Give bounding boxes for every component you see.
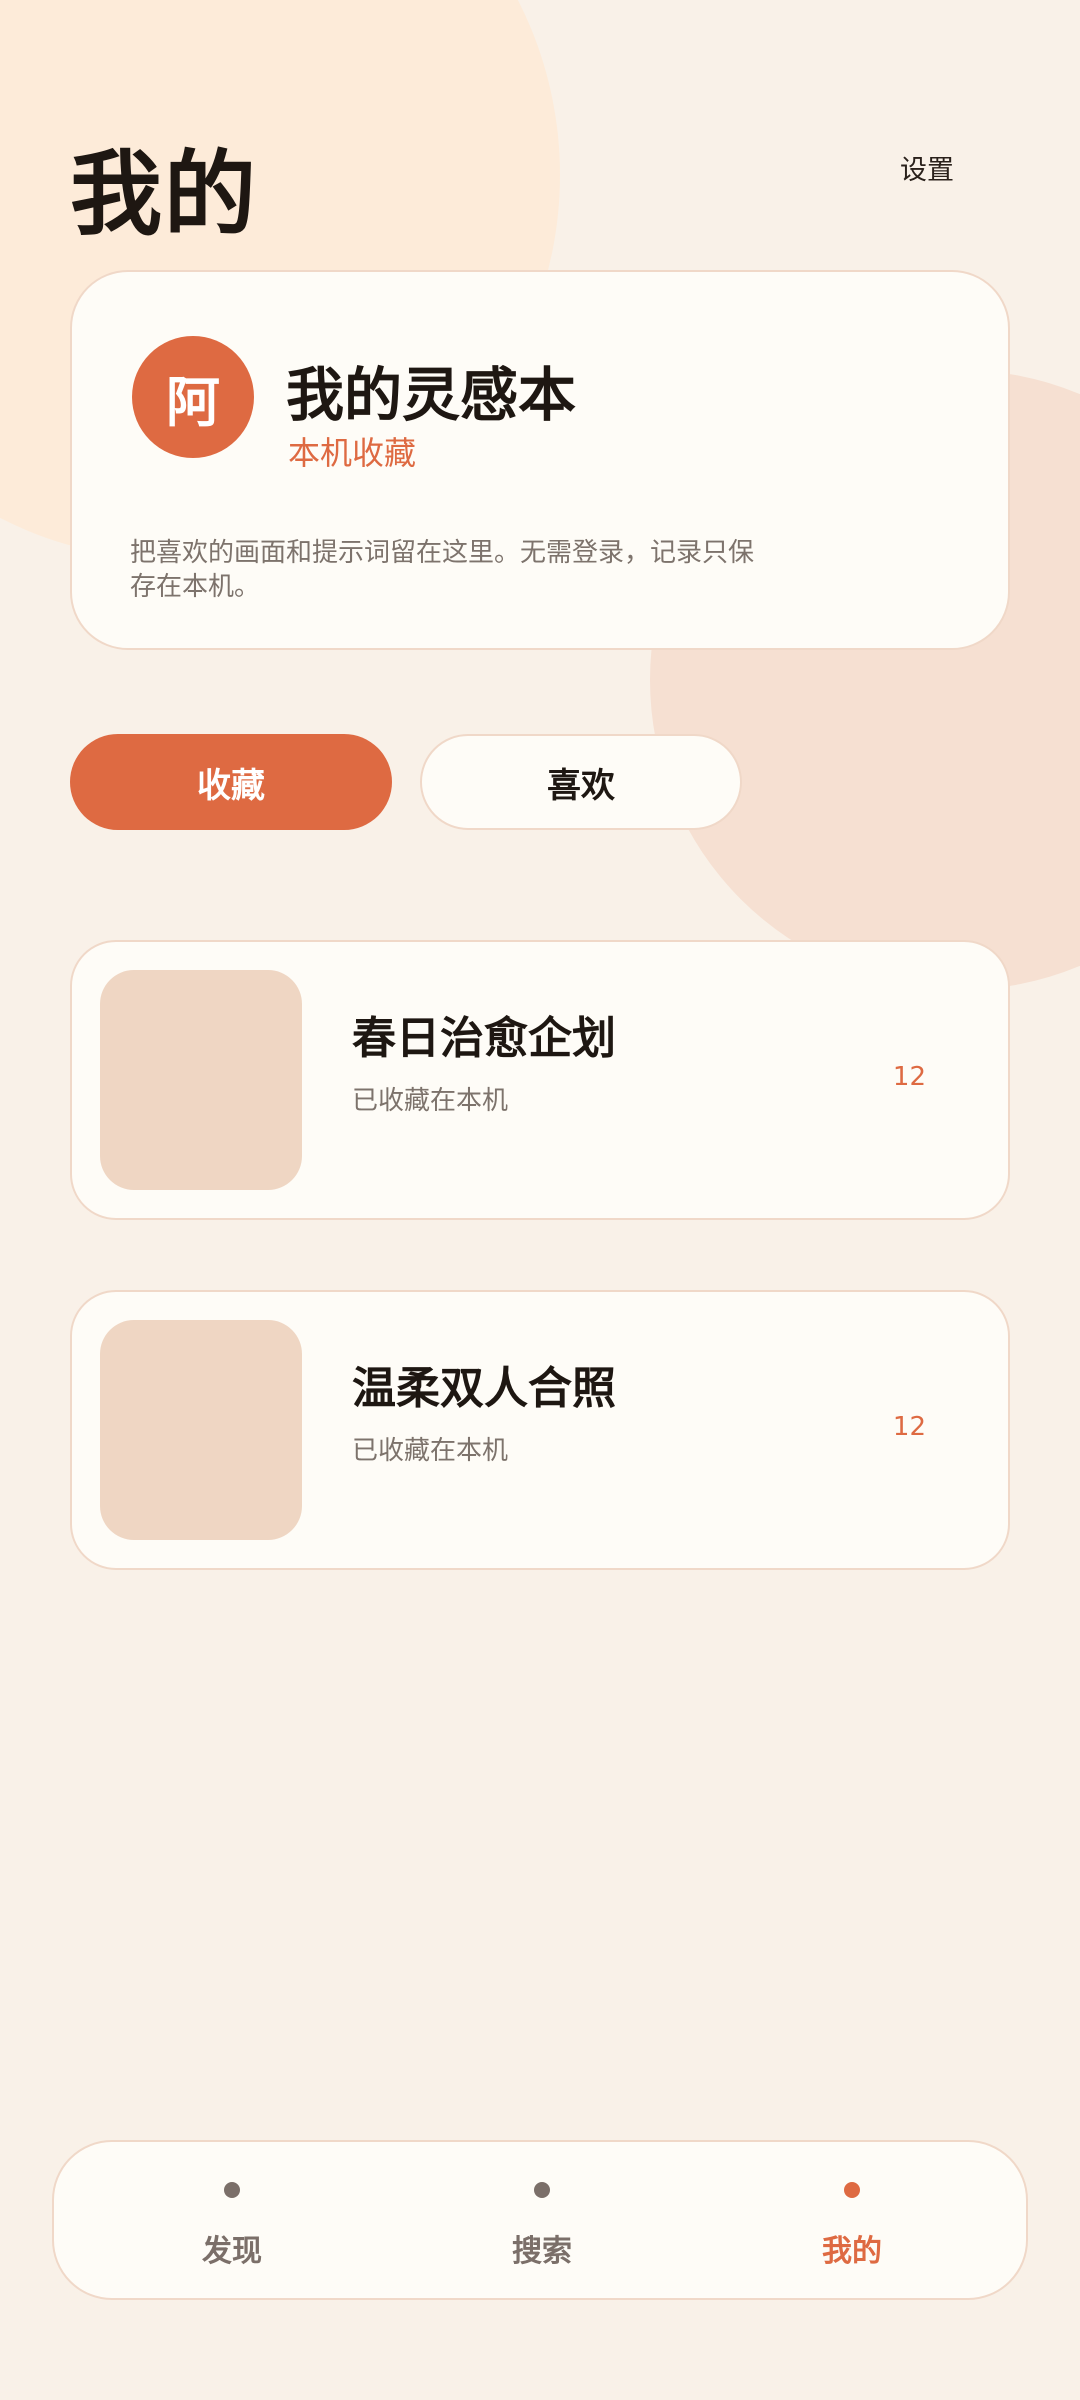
collection-card[interactable]: 温柔双人合照 已收藏在本机 12 [70, 1290, 1010, 1570]
page-title: 我的 [70, 141, 259, 248]
collection-card[interactable]: 春日治愈企划 已收藏在本机 12 [70, 940, 1010, 1220]
collection-thumbnail [100, 970, 302, 1190]
profile-name: 我的灵感本 [286, 361, 577, 429]
nav-item-search[interactable]: 搜索 [442, 2142, 642, 2302]
collection-subtitle: 已收藏在本机 [352, 1436, 509, 1466]
bottom-navigation: 发现 搜索 我的 [52, 2140, 1028, 2300]
nav-item-discover[interactable]: 发现 [132, 2142, 332, 2302]
tab-likes[interactable]: 喜欢 [420, 734, 742, 830]
nav-dot-icon [224, 2182, 240, 2198]
nav-dot-icon [534, 2182, 550, 2198]
profile-description: 把喜欢的画面和提示词留在这里。无需登录，记录只保存在本机。 [130, 538, 755, 602]
settings-button[interactable]: 设置 [900, 148, 954, 187]
profile-subtitle: 本机收藏 [288, 434, 417, 472]
nav-label: 我的 [822, 2234, 882, 2269]
nav-item-mine[interactable]: 我的 [752, 2142, 952, 2302]
collection-thumbnail [100, 1320, 302, 1540]
collection-count: 12 [892, 1412, 926, 1442]
collection-title: 温柔双人合照 [352, 1363, 616, 1414]
page: 我的 设置 阿 我的灵感本 本机收藏 把喜欢的画面和提示词留在这里。无需登录，记… [0, 0, 1080, 2400]
avatar: 阿 [132, 336, 254, 458]
nav-dot-icon [844, 2182, 860, 2198]
collection-subtitle: 已收藏在本机 [352, 1086, 509, 1116]
collection-count: 12 [892, 1062, 926, 1092]
tab-favorites[interactable]: 收藏 [70, 734, 392, 830]
nav-label: 搜索 [512, 2234, 572, 2269]
collection-title: 春日治愈企划 [352, 1013, 616, 1064]
profile-card: 阿 我的灵感本 本机收藏 把喜欢的画面和提示词留在这里。无需登录，记录只保存在本… [70, 270, 1010, 650]
nav-label: 发现 [202, 2234, 262, 2269]
